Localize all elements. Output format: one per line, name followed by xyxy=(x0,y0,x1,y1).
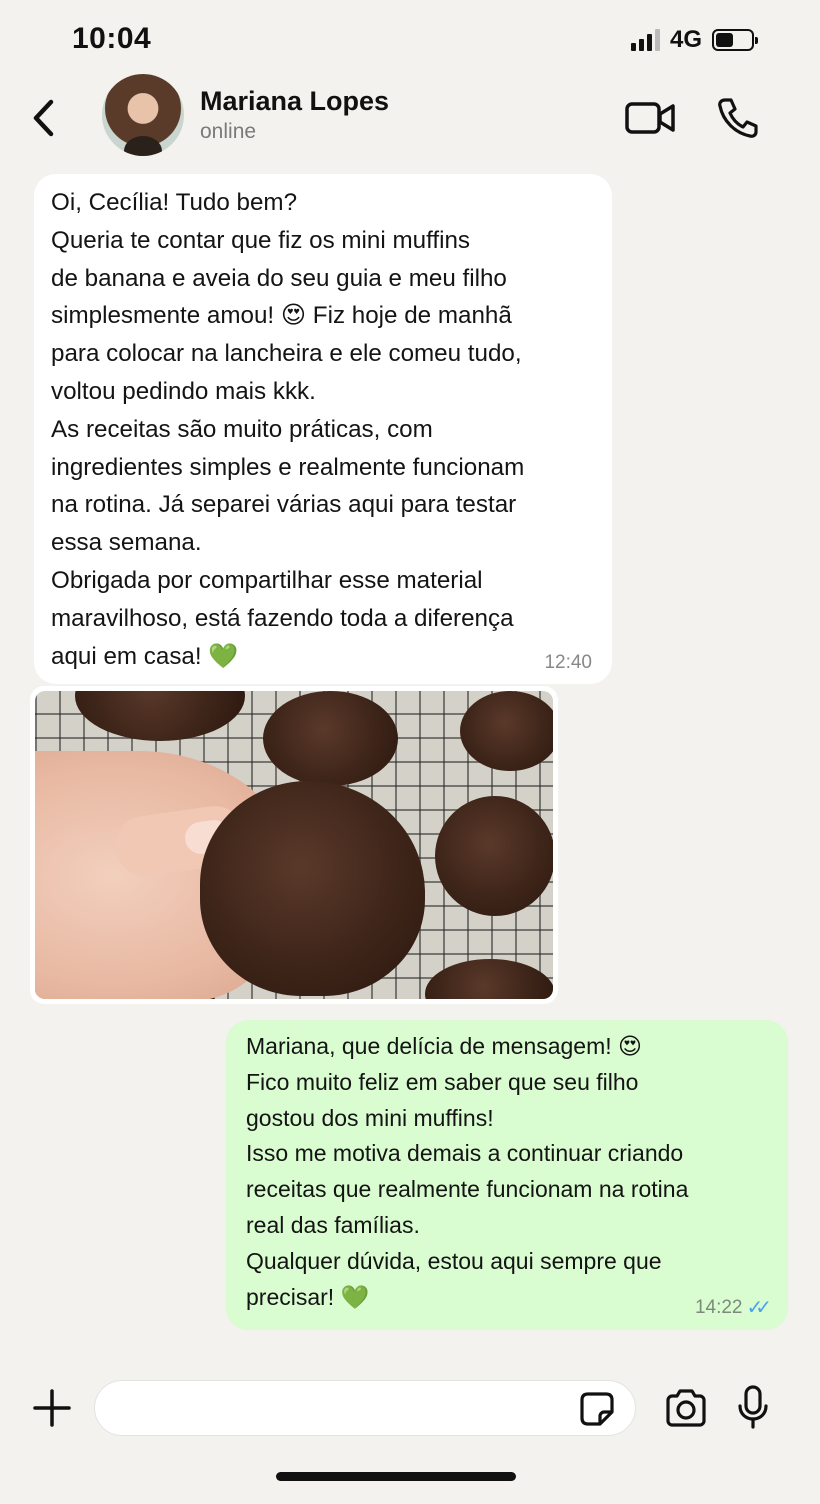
camera-icon xyxy=(666,1389,706,1427)
message-meta: 14:22 ✓✓ xyxy=(695,1295,772,1320)
back-button[interactable] xyxy=(24,96,64,140)
microphone-icon xyxy=(738,1385,768,1429)
status-indicators: 4G xyxy=(630,26,758,54)
outgoing-message-bubble[interactable]: Mariana, que delícia de mensagem! 😍 Fico… xyxy=(226,1020,788,1330)
message-text: Oi, Cecília! Tudo bem? Queria te contar … xyxy=(51,189,525,670)
signal-icon xyxy=(630,29,660,51)
incoming-image-message[interactable] xyxy=(30,686,558,1004)
voice-call-button[interactable] xyxy=(716,96,760,140)
video-camera-icon xyxy=(625,102,675,134)
attach-button[interactable] xyxy=(32,1388,72,1428)
voice-message-button[interactable] xyxy=(736,1384,770,1430)
incoming-message-bubble[interactable]: Oi, Cecília! Tudo bem? Queria te contar … xyxy=(34,174,612,684)
battery-icon xyxy=(712,29,758,51)
message-input-field[interactable] xyxy=(94,1380,636,1436)
message-time: 14:22 xyxy=(694,1296,743,1318)
network-label: 4G xyxy=(669,26,702,53)
message-text: Mariana, que delícia de mensagem! 😍 Fico… xyxy=(246,1033,689,1310)
plus-icon xyxy=(33,1389,71,1427)
video-call-button[interactable] xyxy=(624,98,676,138)
home-indicator[interactable] xyxy=(276,1472,516,1481)
message-input[interactable] xyxy=(113,1389,573,1429)
chat-screen: 10:04 4G Mariana Lopes online Oi, Cecíli… xyxy=(0,0,820,1504)
chevron-left-icon xyxy=(33,99,54,137)
photo-muffins[interactable] xyxy=(35,691,553,999)
read-receipt-icon: ✓✓ xyxy=(746,1297,771,1319)
sticker-icon xyxy=(580,1392,614,1426)
contact-status: online xyxy=(200,120,257,143)
status-time: 10:04 xyxy=(72,22,152,55)
camera-button[interactable] xyxy=(664,1388,708,1428)
phone-icon xyxy=(718,98,758,138)
sticker-button[interactable] xyxy=(578,1390,616,1428)
message-time: 12:40 xyxy=(544,652,592,673)
contact-name[interactable]: Mariana Lopes xyxy=(200,86,389,117)
avatar[interactable] xyxy=(102,74,184,156)
